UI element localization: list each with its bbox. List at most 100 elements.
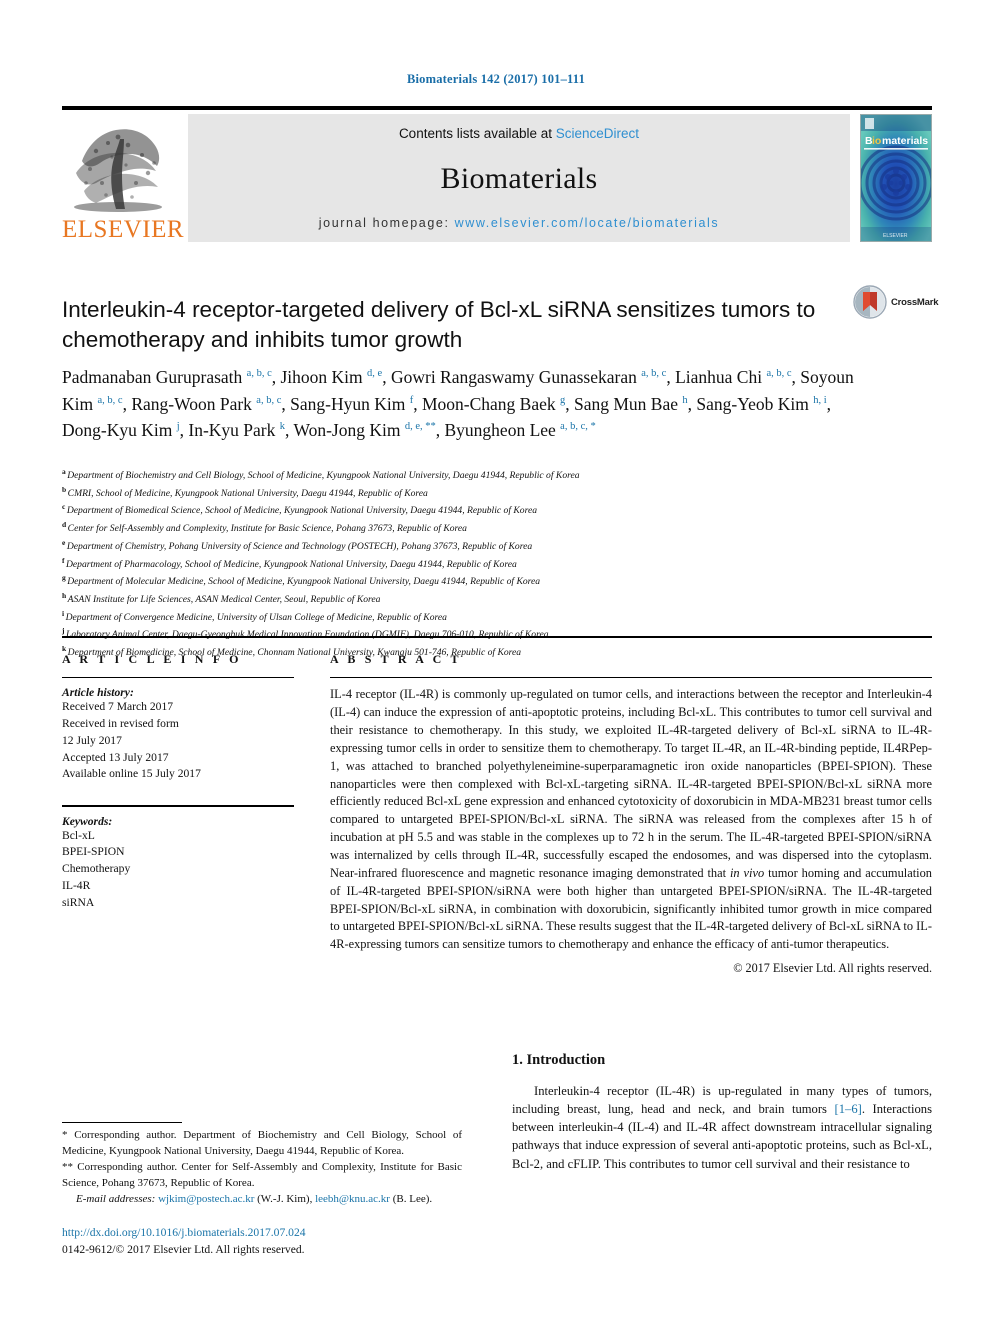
journal-homepage-line: journal homepage: www.elsevier.com/locat… [319,216,719,230]
abstract-divider [330,677,932,679]
page-title: Interleukin-4 receptor-targeted delivery… [62,297,816,353]
email-link-1[interactable]: wjkim@postech.ac.kr [158,1193,254,1205]
author-list: Padmanaban Guruprasath a, b, c, Jihoon K… [62,364,862,444]
author-separator: , [435,420,445,441]
affiliation-item: g Department of Molecular Medicine, Schoo… [62,572,882,590]
author-name: Sang Mun Bae [574,393,683,414]
elsevier-tree-icon [62,121,174,217]
email-addresses-label: E-mail addresses: [76,1193,159,1206]
introduction-heading: 1. Introduction [512,1052,606,1068]
author-affiliation-marks: h, i [813,394,827,406]
footnote-text: Corresponding author. Center for Self-As… [62,1161,462,1189]
article-history-line: 12 July 2017 [62,733,122,747]
affiliation-text: Department of Biomedical Science, School… [66,505,538,517]
article-history-line: Available online 15 July 2017 [62,767,201,781]
doi-link[interactable]: http://dx.doi.org/10.1016/j.biomaterials… [62,1224,482,1241]
author-affiliation-marks: d, e, ** [404,421,436,433]
issn-copyright: 0142-9612/© 2017 Elsevier Ltd. All right… [62,1243,305,1257]
affiliation-item: f Department of Pharmacology, School of M… [62,555,882,573]
article-history-line: Received in revised form [62,717,179,731]
citation-link[interactable]: [1–6] [835,1102,862,1116]
affiliation-text: Department of Biochemistry and Cell Biol… [67,470,580,482]
footnote-corresponding-2: ** Corresponding author. Center for Self… [62,1160,462,1191]
author-name: Padmanaban Guruprasath [62,367,247,387]
author-affiliation-marks: a, b, c [97,394,123,406]
author-name: Jihoon Kim [280,367,368,387]
author-separator: , [791,367,801,387]
author-affiliation-marks: a, b, c [766,368,792,380]
article-info-heading: A R T I C L E I N F O [62,652,242,666]
footnote-rule [62,1122,182,1124]
footnote-block: * Corresponding author. Department of Bi… [62,1128,462,1209]
affiliation-item: h ASAN Institute for Life Sciences, ASAN … [62,590,882,608]
author-affiliation-marks: d, e [367,368,383,380]
homepage-prefix: journal homepage: [318,216,455,230]
affiliation-item: a Department of Biochemistry and Cell Bio… [62,466,882,484]
affiliation-text: Department of Convergence Medicine, Univ… [65,611,447,623]
info-abstract-top-rule [62,636,932,638]
keyword-item: BPEI-SPION [62,845,125,859]
keyword-item: Chemotherapy [62,862,131,876]
crossmark-badge-icon [853,285,887,319]
affiliation-text: CMRI, School of Medicine, Kyungpook Nati… [67,487,428,499]
affiliation-text: Department of Molecular Medicine, School… [67,576,541,588]
svg-text:ELSEVIER: ELSEVIER [883,233,908,239]
masthead-top-rule [62,106,932,110]
author-separator: , [382,367,391,387]
svg-text:io: io [872,135,881,147]
email-owner-2: (B. Lee). [389,1193,433,1206]
abstract-italic-phrase: in vivo [729,865,765,880]
article-history-line: Received 7 March 2017 [62,700,174,714]
keywords-label: Keywords: [62,814,113,828]
running-head: Biomaterials 142 (2017) 101–111 [406,72,586,86]
affiliation-item: d Center for Self-Assembly and Complexity… [62,519,882,537]
article-info-column: A R T I C L E I N F O Article history: R… [62,652,294,912]
author-separator: , [413,393,422,414]
author-separator: , [281,393,291,414]
sciencedirect-link[interactable]: ScienceDirect [556,126,639,141]
journal-masthead: ELSEVIER Contents lists available at Sci… [62,106,932,242]
abstract-heading: A B S T R A C T [330,652,462,666]
author-affiliation-marks: a, b, c [256,394,282,406]
keywords-divider [62,805,294,807]
crossmark-label: CrossMark [891,296,939,308]
keyword-item: IL-4R [62,878,91,892]
journal-homepage-link[interactable]: www.elsevier.com/locate/biomaterials [455,216,720,230]
affiliation-text: Center for Self-Assembly and Complexity,… [67,523,467,535]
author-name: Dong-Kyu Kim [62,420,177,441]
author-separator: , [565,393,574,414]
article-history-line: Accepted 13 July 2017 [62,750,169,764]
author-name: Gowri Rangaswamy Gunassekaran [390,367,642,387]
contents-prefix: Contents lists available at [398,126,556,141]
keyword-item: Bcl-xL [62,828,95,842]
footnote-marker: * [62,1129,75,1141]
author-name: Sang-Hyun Kim [290,393,410,414]
email-owner-1: (W.-J. Kim), [254,1193,316,1206]
keywords-list: Bcl-xL BPEI-SPION Chemotherapy IL-4R siRNA [62,828,294,912]
author-name: Lianhua Chi [675,367,767,387]
introduction-paragraph: Interleukin-4 receptor (IL-4R) is up-reg… [512,1082,932,1173]
journal-article-first-page: Biomaterials 142 (2017) 101–111 ELSEVIER… [0,0,992,1323]
abstract-text: IL-4 receptor (IL-4R) is commonly up-reg… [330,686,932,954]
author-name: Sang-Yeob Kim [696,393,814,414]
abstract-part-1: IL-4 receptor (IL-4R) is commonly up-reg… [330,687,932,880]
keywords-block: Keywords: Bcl-xL BPEI-SPION Chemotherapy IL… [62,805,294,911]
author-affiliation-marks: a, b, c [246,368,272,380]
affiliation-item: i Department of Convergence Medicine, Uni… [62,608,882,626]
author-affiliation-marks: a, b, c, * [560,421,596,433]
journal-title: Biomaterials [440,161,598,195]
article-info-divider [62,677,294,679]
affiliation-item: c Department of Biomedical Science, Schoo… [62,501,882,519]
affiliation-list: a Department of Biochemistry and Cell Bio… [62,466,882,661]
crossmark-badge[interactable]: CrossMark [853,282,945,322]
author-name: Byungheon Lee [444,420,561,441]
author-affiliation-marks: a, b, c [641,368,667,380]
footnote-text: Corresponding author. Department of Bioc… [62,1129,463,1157]
email-link-2[interactable]: leebh@knu.ac.kr [315,1193,390,1205]
article-history-lines: Received 7 March 2017 Received in revised… [62,699,294,783]
svg-text:materials: materials [882,135,928,147]
footnote-emails: E-mail addresses: wjkim@postech.ac.kr (W… [62,1192,462,1208]
journal-band: Contents lists available at ScienceDirec… [188,114,850,242]
affiliation-item: jLaboratory Animal Center, Daegu-Gyeongb… [62,625,882,643]
affiliation-item: e Department of Chemistry, Pohang Univers… [62,537,882,555]
